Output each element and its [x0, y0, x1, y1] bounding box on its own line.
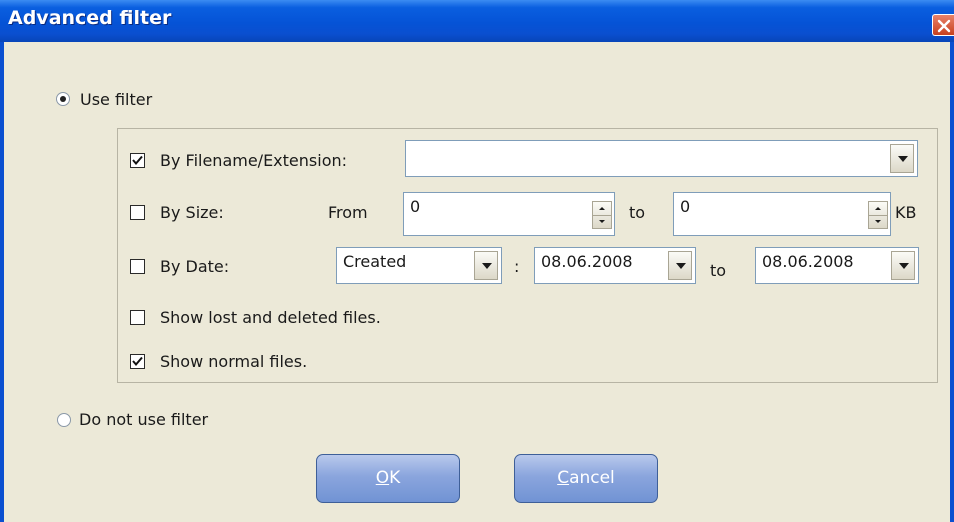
- checkmark-icon: [132, 155, 143, 166]
- size-from-label: From: [328, 203, 368, 222]
- by-filename-checkbox[interactable]: [130, 153, 145, 168]
- size-to-input[interactable]: 0: [673, 192, 891, 236]
- checkmark-icon: [132, 356, 143, 367]
- by-size-checkbox[interactable]: [130, 205, 145, 220]
- do-not-use-filter-label[interactable]: Do not use filter: [79, 410, 208, 429]
- advanced-filter-dialog: Advanced filter Use filter By Filename/E…: [0, 0, 954, 522]
- spinner-divider: [593, 215, 611, 216]
- chevron-down-icon: [898, 156, 908, 162]
- size-to-spinner[interactable]: [868, 201, 888, 229]
- filter-group: By Filename/Extension: By Size: From 0 t…: [117, 128, 938, 383]
- spin-up-icon: [599, 207, 605, 210]
- date-to-dropdown-button[interactable]: [891, 251, 915, 280]
- spin-up-icon: [875, 207, 881, 210]
- cancel-mnemonic: C: [557, 468, 570, 488]
- by-date-label[interactable]: By Date:: [160, 257, 229, 276]
- show-lost-checkbox[interactable]: [130, 310, 145, 325]
- do-not-use-filter-radio[interactable]: [57, 413, 71, 427]
- use-filter-label[interactable]: Use filter: [80, 90, 152, 109]
- by-size-label[interactable]: By Size:: [160, 203, 224, 222]
- close-button[interactable]: [932, 14, 954, 36]
- size-from-value: 0: [410, 197, 421, 216]
- size-from-input[interactable]: 0: [403, 192, 615, 236]
- size-to-label: to: [629, 203, 646, 222]
- spin-down-icon: [875, 220, 881, 223]
- chevron-down-icon: [676, 263, 686, 269]
- spin-down-icon: [599, 220, 605, 223]
- show-normal-checkbox[interactable]: [130, 354, 145, 369]
- filename-dropdown-button[interactable]: [890, 144, 914, 173]
- date-mode-value: Created: [343, 252, 407, 271]
- date-to-label: to: [710, 261, 727, 280]
- chevron-down-icon: [899, 263, 909, 269]
- ok-mnemonic: O: [375, 468, 390, 488]
- ok-label-rest: K: [389, 468, 401, 488]
- spinner-divider: [869, 215, 887, 216]
- date-colon: :: [514, 257, 520, 276]
- title-bar[interactable]: Advanced filter: [0, 0, 954, 42]
- show-lost-label[interactable]: Show lost and deleted files.: [160, 308, 381, 327]
- date-to-picker[interactable]: 08.06.2008: [755, 247, 919, 284]
- window-border-right: [950, 42, 954, 522]
- size-unit-label: KB: [895, 203, 917, 222]
- filename-combo[interactable]: [405, 140, 918, 177]
- radio-selected-dot: [60, 96, 66, 102]
- date-mode-dropdown-button[interactable]: [474, 251, 498, 280]
- ok-button[interactable]: OK: [316, 454, 460, 503]
- window-border-left: [0, 42, 4, 522]
- use-filter-radio[interactable]: [56, 92, 70, 106]
- show-normal-label[interactable]: Show normal files.: [160, 352, 307, 371]
- by-date-checkbox[interactable]: [130, 259, 145, 274]
- size-from-spinner[interactable]: [592, 201, 612, 229]
- window-title: Advanced filter: [8, 7, 172, 29]
- close-icon: [937, 19, 951, 33]
- date-from-value: 08.06.2008: [541, 252, 633, 271]
- date-to-value: 08.06.2008: [762, 252, 854, 271]
- chevron-down-icon: [482, 263, 492, 269]
- size-to-value: 0: [680, 197, 691, 216]
- by-filename-label[interactable]: By Filename/Extension:: [160, 151, 347, 170]
- cancel-label-rest: ancel: [569, 468, 615, 488]
- date-mode-select[interactable]: Created: [336, 247, 502, 284]
- cancel-button[interactable]: Cancel: [514, 454, 658, 503]
- date-from-picker[interactable]: 08.06.2008: [534, 247, 696, 284]
- date-from-dropdown-button[interactable]: [668, 251, 692, 280]
